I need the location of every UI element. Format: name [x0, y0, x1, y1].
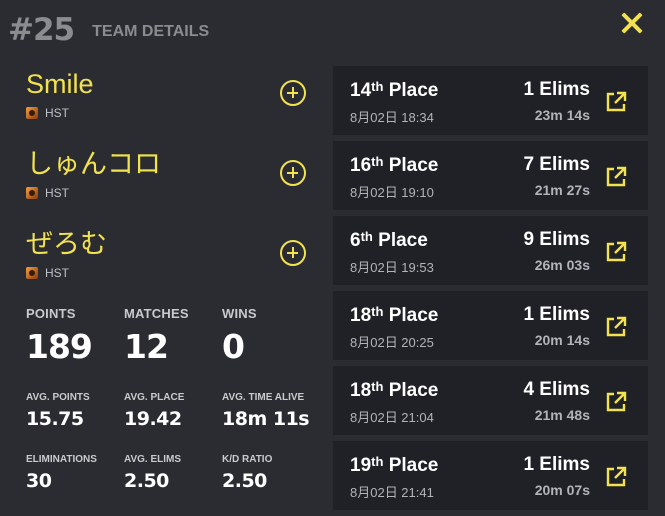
match-elims: 1 Elims	[523, 304, 590, 325]
add-player-button[interactable]	[280, 80, 306, 106]
match-time-alive: 20m 07s	[534, 482, 590, 498]
team-logo-icon	[26, 107, 38, 119]
match-date: 8月02日 19:53	[350, 260, 434, 275]
match-card[interactable]: 18th Place 8月02日 20:25 1 Elims 20m 14s	[333, 291, 648, 360]
player-team-tag: HST	[45, 266, 69, 280]
external-link-icon[interactable]	[604, 315, 628, 339]
match-card[interactable]: 16th Place 8月02日 19:10 7 Elims 21m 27s	[333, 141, 648, 210]
match-time-alive: 26m 03s	[534, 257, 590, 273]
stat-avg-time-alive: AVG. TIME ALIVE 18m 11s	[222, 392, 310, 430]
match-card[interactable]: 19th Place 8月02日 21:41 1 Elims 20m 07s	[333, 441, 648, 510]
player-name: しゅんコロ	[26, 149, 161, 179]
match-place: 14th Place	[350, 79, 439, 101]
player-name: Smile	[26, 69, 94, 99]
team-logo-icon	[26, 267, 38, 279]
player-name: ぜろむ	[26, 229, 107, 259]
player-team-tag: HST	[45, 186, 69, 200]
stat-kd-ratio: K/D RATIO 2.50	[222, 454, 272, 492]
stat-label: K/D RATIO	[222, 454, 273, 465]
stat-value: 12	[124, 327, 169, 366]
match-time-alive: 23m 14s	[534, 107, 590, 123]
match-elims: 4 Elims	[523, 379, 590, 400]
header: #25 TEAM DETAILS	[8, 8, 209, 52]
stat-label: AVG. ELIMS	[124, 454, 182, 465]
team-rank: #25	[8, 12, 75, 48]
match-place: 6th Place	[350, 229, 428, 251]
external-link-icon[interactable]	[604, 90, 628, 114]
match-date: 8月02日 18:34	[350, 110, 434, 125]
stat-value: 0	[222, 327, 245, 366]
match-date: 8月02日 21:41	[350, 485, 434, 500]
external-link-icon[interactable]	[604, 390, 628, 414]
match-date: 8月02日 21:04	[350, 410, 434, 425]
player-item: ぜろむ HST	[26, 226, 316, 306]
stat-value: 30	[26, 470, 52, 492]
stat-label: AVG. POINTS	[26, 392, 90, 403]
match-list: 14th Place 8月02日 18:34 1 Elims 23m 14s 1…	[333, 66, 648, 516]
team-logo-icon	[26, 187, 38, 199]
match-place: 16th Place	[350, 154, 439, 176]
stat-avg-elims: AVG. ELIMS 2.50	[124, 454, 181, 492]
add-player-button[interactable]	[280, 160, 306, 186]
match-elims: 9 Elims	[523, 229, 590, 250]
stat-avg-place: AVG. PLACE 19.42	[124, 392, 184, 430]
external-link-icon[interactable]	[604, 465, 628, 489]
stat-value: 18m 11s	[222, 408, 310, 430]
match-elims: 1 Elims	[523, 454, 590, 475]
match-place: 18th Place	[350, 304, 439, 326]
match-elims: 1 Elims	[523, 79, 590, 100]
close-icon[interactable]	[621, 12, 643, 34]
external-link-icon[interactable]	[604, 240, 628, 264]
stat-value: 2.50	[222, 470, 267, 492]
player-item: しゅんコロ HST	[26, 146, 316, 226]
stat-label: MATCHES	[124, 306, 189, 321]
match-place: 19th Place	[350, 454, 439, 476]
stat-label: ELIMINATIONS	[26, 454, 97, 465]
player-item: Smile HST	[26, 66, 316, 146]
stat-value: 189	[26, 327, 93, 366]
stat-avg-points: AVG. POINTS 15.75	[26, 392, 90, 430]
match-time-alive: 21m 48s	[534, 407, 590, 423]
match-elims: 7 Elims	[523, 154, 590, 175]
player-list: Smile HST しゅんコロ HST ぜろむ HST	[26, 66, 316, 306]
stat-value: 2.50	[124, 470, 169, 492]
match-card[interactable]: 6th Place 8月02日 19:53 9 Elims 26m 03s	[333, 216, 648, 285]
add-player-button[interactable]	[280, 240, 306, 266]
external-link-icon[interactable]	[604, 165, 628, 189]
stat-eliminations: ELIMINATIONS 30	[26, 454, 97, 492]
stat-wins: WINS 0	[222, 306, 257, 366]
match-card[interactable]: 18th Place 8月02日 21:04 4 Elims 21m 48s	[333, 366, 648, 435]
match-card[interactable]: 14th Place 8月02日 18:34 1 Elims 23m 14s	[333, 66, 648, 135]
match-time-alive: 20m 14s	[534, 332, 590, 348]
player-team-tag: HST	[45, 106, 69, 120]
panel-title: TEAM DETAILS	[92, 23, 210, 40]
stat-points: POINTS 189	[26, 306, 93, 366]
stat-value: 15.75	[26, 408, 84, 430]
match-date: 8月02日 19:10	[350, 185, 434, 200]
match-time-alive: 21m 27s	[534, 182, 590, 198]
stat-label: POINTS	[26, 306, 76, 321]
stat-matches: MATCHES 12	[124, 306, 189, 366]
stat-value: 19.42	[124, 408, 182, 430]
stat-label: WINS	[222, 306, 257, 321]
stat-label: AVG. TIME ALIVE	[222, 392, 305, 403]
stat-label: AVG. PLACE	[124, 392, 185, 403]
match-date: 8月02日 20:25	[350, 335, 434, 350]
match-place: 18th Place	[350, 379, 439, 401]
